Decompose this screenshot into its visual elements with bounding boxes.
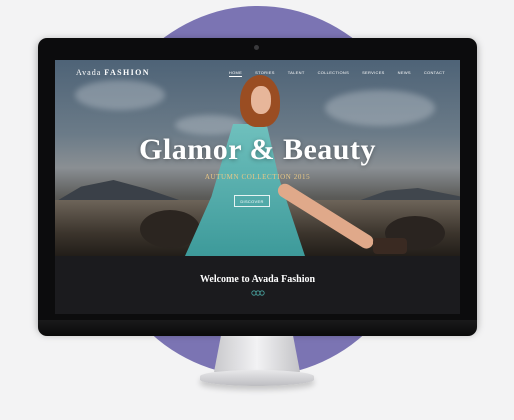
welcome-section: Welcome to Avada Fashion [55,256,460,314]
nav-item-services[interactable]: SERVICES [362,70,385,77]
logo-first-word: Avada [76,68,102,77]
welcome-title: Welcome to Avada Fashion [199,274,316,285]
monitor-stand-neck [214,336,300,372]
website-screen: Avada FASHION HOME STORIES TALENT COLLECT… [55,60,460,314]
site-logo[interactable]: Avada FASHION [76,68,150,77]
hero-headline: Glamor & Beauty [139,133,376,166]
hero-subtitle: AUTUMN COLLECTION 2015 [204,173,311,181]
model-shoe [373,238,407,254]
cloud-decoration [75,80,165,110]
logo-second-word: FASHION [104,68,150,77]
nav-item-contact[interactable]: CONTACT [424,70,445,77]
discover-button[interactable]: DISCOVER [234,195,270,207]
main-nav: HOME STORIES TALENT COLLECTIONS SERVICES… [228,70,445,77]
nav-item-talent[interactable]: TALENT [288,70,305,77]
rock [140,210,200,248]
nav-item-news[interactable]: NEWS [398,70,411,77]
hero-section: Avada FASHION HOME STORIES TALENT COLLECT… [55,60,460,256]
nav-item-collections[interactable]: COLLECTIONS [318,70,350,77]
ornament-divider-icon [251,290,265,296]
monitor-chin [38,320,477,336]
nav-item-stories[interactable]: STORIES [255,70,275,77]
mountain-left [55,180,185,202]
nav-item-home[interactable]: HOME [228,70,243,77]
monitor-stand-base [200,370,314,386]
monitor: Avada FASHION HOME STORIES TALENT COLLECT… [38,38,477,332]
model-face [251,86,271,114]
webcam-dot-icon [254,45,259,50]
cloud-decoration [325,90,435,126]
